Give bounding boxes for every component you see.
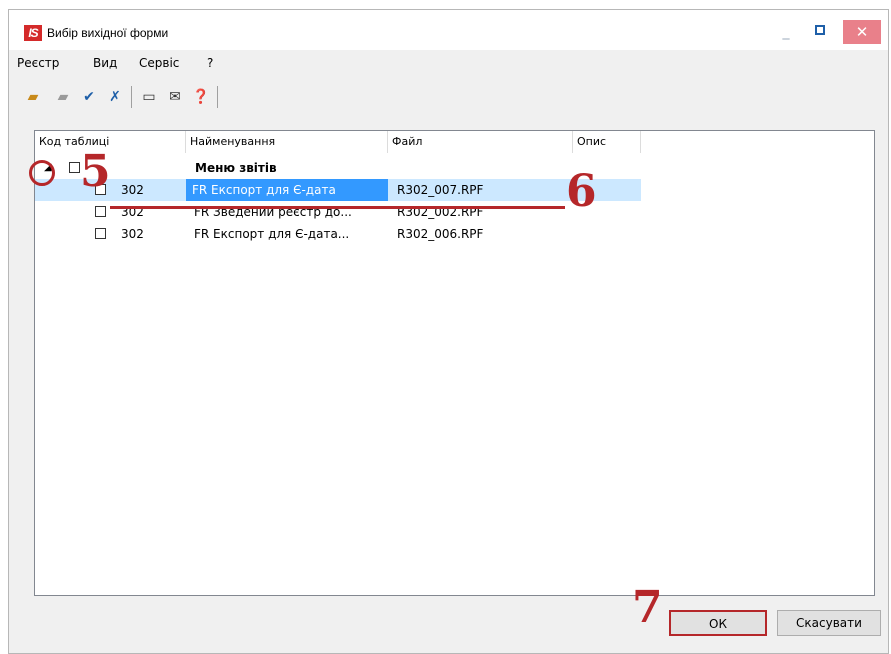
row-file: R302_007.RPF — [397, 183, 484, 197]
minimize-icon[interactable]: _ — [779, 25, 793, 40]
menu-view[interactable]: Вид — [93, 56, 117, 70]
row-name: FR Експорт для Є-дата... — [194, 227, 350, 241]
toolbar-separator — [217, 86, 218, 108]
maximize-icon[interactable] — [809, 22, 833, 40]
table-row[interactable]: 302 FR Експорт для Є-дата R302_007.RPF — [35, 179, 641, 201]
column-header-description[interactable]: Опис — [573, 131, 641, 153]
annotation-step-5: 5 — [80, 146, 111, 197]
row-checkbox[interactable] — [95, 206, 106, 217]
report-list[interactable]: Код таблиці Найменування Файл Опис ◢ Мен… — [34, 130, 875, 596]
close-icon[interactable]: ✕ — [843, 20, 881, 44]
check-all-icon[interactable]: ✔ — [79, 87, 99, 107]
toolbar: ▰ ▰ ✔ ✗ ▭ ✉ ❓ — [9, 83, 309, 111]
help-icon[interactable]: ❓ — [191, 87, 211, 107]
window-title: Вибір вихідної форми — [47, 26, 169, 40]
row-file: R302_006.RPF — [397, 227, 484, 241]
row-checkbox[interactable] — [95, 228, 106, 239]
group-name: Меню звітів — [195, 161, 277, 175]
annotation-circle — [29, 160, 55, 186]
row-code: 302 — [121, 227, 144, 241]
row-code: 302 — [121, 183, 144, 197]
column-header-name[interactable]: Найменування — [186, 131, 388, 153]
column-header-file[interactable]: Файл — [388, 131, 573, 153]
row-code: 302 — [121, 205, 144, 219]
toolbar-separator — [131, 86, 132, 108]
annotation-step-6: 6 — [566, 166, 597, 217]
annotation-step-7: 7 — [632, 582, 663, 633]
annotation-underline — [110, 206, 565, 209]
group-checkbox[interactable] — [69, 162, 80, 173]
email-icon[interactable]: ✉ — [165, 87, 185, 107]
form-icon[interactable]: ▭ — [139, 87, 159, 107]
menu-help[interactable]: ? — [207, 56, 213, 70]
menu-registry[interactable]: Реєстр — [17, 56, 59, 70]
row-name: FR Експорт для Є-дата — [186, 179, 388, 201]
row-name: FR Зведений реєстр до... — [194, 205, 352, 219]
cancel-button[interactable]: Скасувати — [777, 610, 881, 636]
open-folder-icon[interactable]: ▰ — [23, 87, 43, 107]
table-row[interactable]: 302 FR Зведений реєстр до... R302_002.RP… — [35, 201, 641, 223]
ok-button[interactable]: ОК — [669, 610, 767, 636]
dialog-window: IS Вибір вихідної форми _ ✕ Реєстр Вид С… — [8, 9, 889, 654]
group-row[interactable]: ◢ Меню звітів — [35, 157, 641, 179]
uncheck-all-icon[interactable]: ✗ — [105, 87, 125, 107]
title-bar[interactable]: IS Вибір вихідної форми _ ✕ — [9, 10, 888, 50]
table-row[interactable]: 302 FR Експорт для Є-дата... R302_006.RP… — [35, 223, 641, 245]
folder-icon[interactable]: ▰ — [53, 87, 73, 107]
row-file: R302_002.RPF — [397, 205, 484, 219]
menu-service[interactable]: Сервіс — [139, 56, 179, 70]
app-logo-icon: IS — [24, 25, 42, 41]
